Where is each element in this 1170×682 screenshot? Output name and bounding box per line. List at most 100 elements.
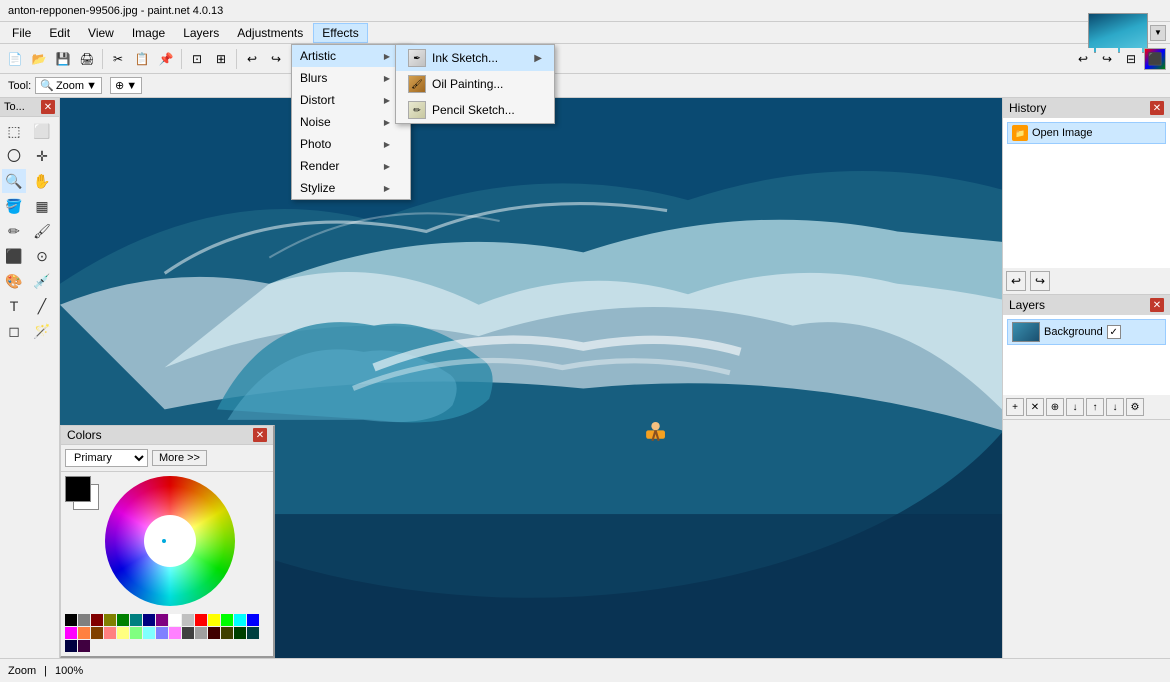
redo-button[interactable]: ↪: [265, 48, 287, 70]
effects-blurs[interactable]: Blurs ▶: [292, 67, 410, 89]
save-button[interactable]: 💾: [52, 48, 74, 70]
history-item[interactable]: 📁 Open Image: [1007, 122, 1166, 144]
tool-eraser[interactable]: ⬛: [2, 244, 26, 268]
palette-color-swatch[interactable]: [78, 640, 90, 652]
layer-visibility[interactable]: ✓: [1107, 325, 1121, 339]
view-btn[interactable]: ⊟: [1120, 48, 1142, 70]
tool-text[interactable]: T: [2, 294, 26, 318]
delete-layer-btn[interactable]: ✕: [1026, 398, 1044, 416]
palette-color-swatch[interactable]: [234, 627, 246, 639]
palette-color-swatch[interactable]: [130, 627, 142, 639]
tool-eyedropper[interactable]: 💉: [30, 269, 54, 293]
tool-option[interactable]: ⊕ ▼: [110, 77, 142, 94]
palette-color-swatch[interactable]: [169, 614, 181, 626]
tool-paintbucket[interactable]: 🪣: [2, 194, 26, 218]
palette-color-swatch[interactable]: [117, 614, 129, 626]
palette-color-swatch[interactable]: [247, 627, 259, 639]
history-close[interactable]: ✕: [1150, 101, 1164, 115]
palette-color-swatch[interactable]: [208, 627, 220, 639]
tool-pan[interactable]: ✋: [30, 169, 54, 193]
ink-sketch-item[interactable]: ✒ Ink Sketch... ▶: [396, 45, 554, 71]
palette-color-swatch[interactable]: [182, 627, 194, 639]
tool-recolor[interactable]: 🎨: [2, 269, 26, 293]
tool-shapes[interactable]: ◻: [2, 319, 26, 343]
primary-color-swatch[interactable]: [65, 476, 91, 502]
palette-color-swatch[interactable]: [234, 614, 246, 626]
palette-color-swatch[interactable]: [169, 627, 181, 639]
palette-color-swatch[interactable]: [78, 614, 90, 626]
redo-btn-2[interactable]: ↪: [1096, 48, 1118, 70]
palette-color-swatch[interactable]: [221, 614, 233, 626]
resize-button[interactable]: ⊞: [210, 48, 232, 70]
color-btn[interactable]: ⬛: [1144, 48, 1166, 70]
palette-color-swatch[interactable]: [156, 614, 168, 626]
palette-color-swatch[interactable]: [91, 614, 103, 626]
oil-painting-item[interactable]: 🖌 Oil Painting...: [396, 71, 554, 97]
tool-panel-close[interactable]: ✕: [41, 100, 55, 114]
cut-button[interactable]: ✂: [107, 48, 129, 70]
pencil-sketch-item[interactable]: ✏ Pencil Sketch...: [396, 97, 554, 123]
paste-button[interactable]: 📌: [155, 48, 177, 70]
effects-render[interactable]: Render ▶: [292, 155, 410, 177]
palette-color-swatch[interactable]: [221, 627, 233, 639]
tool-zoom[interactable]: 🔍: [2, 169, 26, 193]
menu-image[interactable]: Image: [124, 24, 173, 42]
effects-photo[interactable]: Photo ▶: [292, 133, 410, 155]
tool-option-arrow[interactable]: ▼: [126, 80, 137, 92]
palette-color-swatch[interactable]: [104, 614, 116, 626]
palette-color-swatch[interactable]: [65, 640, 77, 652]
menu-view[interactable]: View: [80, 24, 122, 42]
palette-color-swatch[interactable]: [182, 614, 194, 626]
open-button[interactable]: 📂: [28, 48, 50, 70]
menu-effects[interactable]: Effects: [313, 23, 367, 43]
menu-layers[interactable]: Layers: [175, 24, 227, 42]
tool-selector[interactable]: 🔍 Zoom ▼: [35, 77, 102, 94]
colors-mode-select[interactable]: Primary Secondary: [65, 449, 148, 467]
colors-close[interactable]: ✕: [253, 428, 267, 442]
effects-artistic[interactable]: Artistic ▶: [292, 45, 410, 67]
undo-btn-2[interactable]: ↩: [1072, 48, 1094, 70]
layer-props-btn[interactable]: ⚙: [1126, 398, 1144, 416]
palette-color-swatch[interactable]: [65, 627, 77, 639]
tool-freehand[interactable]: ⬜: [30, 119, 54, 143]
tool-move[interactable]: ✛: [30, 144, 54, 168]
color-wheel[interactable]: [105, 476, 235, 606]
palette-color-swatch[interactable]: [156, 627, 168, 639]
tool-dropdown-arrow[interactable]: ▼: [86, 80, 97, 92]
menu-adjustments[interactable]: Adjustments: [229, 24, 311, 42]
color-wheel-container[interactable]: [105, 476, 235, 606]
menu-edit[interactable]: Edit: [41, 24, 78, 42]
tool-line[interactable]: ╱: [30, 294, 54, 318]
thumbnail-dropdown[interactable]: ▼: [1150, 25, 1166, 41]
tool-brush[interactable]: 🖌: [30, 219, 54, 243]
layers-close[interactable]: ✕: [1150, 298, 1164, 312]
layer-up-btn[interactable]: ↑: [1086, 398, 1104, 416]
copy-button[interactable]: 📋: [131, 48, 153, 70]
new-button[interactable]: 📄: [4, 48, 26, 70]
colors-more-button[interactable]: More >>: [152, 450, 207, 466]
palette-color-swatch[interactable]: [104, 627, 116, 639]
history-undo-btn[interactable]: ↩: [1006, 271, 1026, 291]
layer-down-btn[interactable]: ↓: [1106, 398, 1124, 416]
history-redo-btn[interactable]: ↪: [1030, 271, 1050, 291]
palette-color-swatch[interactable]: [78, 627, 90, 639]
crop-button[interactable]: ⊡: [186, 48, 208, 70]
palette-color-swatch[interactable]: [91, 627, 103, 639]
palette-color-swatch[interactable]: [65, 614, 77, 626]
palette-color-swatch[interactable]: [208, 614, 220, 626]
tool-stamp[interactable]: ⊙: [30, 244, 54, 268]
effects-stylize[interactable]: Stylize ▶: [292, 177, 410, 199]
tool-lasso[interactable]: 〇: [2, 144, 26, 168]
print-button[interactable]: 🖨: [76, 48, 98, 70]
tool-pencil[interactable]: ✏: [2, 219, 26, 243]
tool-magic-wand[interactable]: 🪄: [30, 319, 54, 343]
palette-color-swatch[interactable]: [143, 614, 155, 626]
tool-gradient[interactable]: ▦: [30, 194, 54, 218]
effects-distort[interactable]: Distort ▶: [292, 89, 410, 111]
palette-color-swatch[interactable]: [195, 614, 207, 626]
palette-color-swatch[interactable]: [117, 627, 129, 639]
undo-button[interactable]: ↩: [241, 48, 263, 70]
palette-color-swatch[interactable]: [195, 627, 207, 639]
effects-noise[interactable]: Noise ▶: [292, 111, 410, 133]
add-layer-btn[interactable]: +: [1006, 398, 1024, 416]
